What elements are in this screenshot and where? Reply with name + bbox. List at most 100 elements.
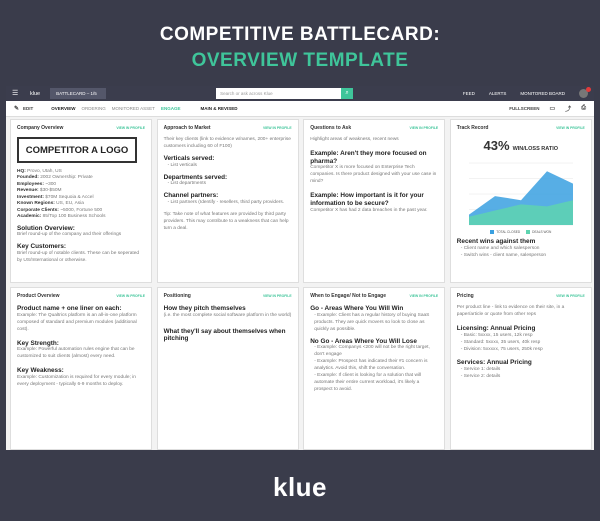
bullet-item: - Service 2: details — [460, 374, 501, 380]
section-text: Brief round-up of notable clients. These… — [17, 251, 140, 264]
brand-name[interactable]: klue — [30, 91, 40, 97]
nav-monitored-board[interactable]: MONITORED BOARD — [520, 91, 565, 96]
section-heading: Product name + one liner on each: — [17, 305, 122, 312]
section-heading: Key Weakness: — [17, 367, 64, 375]
chart-legend: TOTAL CLOSED DEALS WON — [457, 230, 585, 235]
section-text: Example: The Qualtrics platform is an al… — [17, 312, 137, 332]
main-revised-label[interactable]: MAIN & REVISED — [200, 106, 237, 111]
card-positioning: Positioning VIEW IN PROFILE How they pit… — [156, 287, 299, 450]
print-icon[interactable]: ⎙ — [581, 105, 586, 112]
tip-text: Tip: Take note of what features are prov… — [163, 211, 289, 231]
menu-icon[interactable]: ☰ — [12, 90, 20, 97]
bullet-item: - Example: Prospect has indicated their … — [314, 359, 428, 372]
card-track-record: Track Record VIEW IN PROFILE 43% WIN/LOSS… — [449, 119, 592, 283]
breadcrumb: OVERVIEW ORDERING MONITORED ASSET ENGAGE — [51, 106, 180, 111]
bullet-item: - Switch wins - client name, salesperson — [460, 252, 547, 258]
intro-text: Per product line - link to evidence on t… — [456, 305, 565, 317]
section-heading: What they'll say about themselves when p… — [163, 327, 286, 343]
pencil-icon: ✎ — [14, 106, 20, 112]
top-bar: ☰ klue BATTLECARD – 1/5 ▾ Search or ask … — [6, 86, 594, 107]
fullscreen-button[interactable]: FULLSCREEN — [509, 106, 539, 111]
search-button[interactable]: ⌕ — [341, 88, 354, 99]
bullet-item: - List partners (Identify - resellers, t… — [167, 199, 285, 205]
card-approach-to-market: Approach to Market VIEW IN PROFILE Their… — [156, 119, 299, 283]
card-company-overview: Company Overview VIEW IN PROFILE COMPETI… — [10, 119, 152, 283]
intro-text: Highlight areas of weakness, recent news — [310, 137, 399, 142]
win-loss-label: WIN/LOSS RATIO — [512, 146, 559, 152]
app-screenshot: ☰ klue BATTLECARD – 1/5 ▾ Search or ask … — [6, 86, 594, 450]
headline: COMPETITIVE BATTLECARD: OVERVIEW TEMPLAT… — [0, 24, 600, 72]
view-in-profile-link[interactable]: VIEW IN PROFILE — [410, 294, 439, 298]
search-icon: ⌕ — [345, 90, 349, 96]
headline-line2: OVERVIEW TEMPLATE — [191, 50, 409, 71]
view-in-profile-link[interactable]: VIEW IN PROFILE — [556, 126, 585, 130]
nav-feed[interactable]: FEED — [463, 91, 475, 96]
edit-label: EDIT — [23, 106, 34, 111]
card-title: Questions to Ask — [310, 125, 352, 131]
answer-text: Competitor X is more focused on Enterpri… — [310, 165, 437, 185]
section-heading: Channel partners: — [163, 192, 219, 200]
edit-button[interactable]: ✎ EDIT — [14, 105, 33, 112]
search-input[interactable]: Search or ask across Klue — [216, 88, 342, 99]
view-in-profile-link[interactable]: VIEW IN PROFILE — [116, 294, 145, 298]
section-heading: How they pitch themselves — [163, 305, 246, 312]
view-in-profile-link[interactable]: VIEW IN PROFILE — [410, 126, 439, 130]
crumb-engage[interactable]: ENGAGE — [161, 106, 181, 111]
card-title: Pricing — [456, 293, 474, 299]
avatar[interactable] — [579, 87, 591, 98]
view-in-profile-link[interactable]: VIEW IN PROFILE — [263, 126, 292, 130]
crumb-monitored[interactable]: MONITORED ASSET — [112, 106, 155, 111]
card-title: Approach to Market — [163, 125, 211, 131]
legend-item-won: DEALS WON — [526, 230, 551, 235]
bullet-item: - Example: If client is looking for a so… — [314, 373, 422, 392]
crumb-overview[interactable]: OVERVIEW — [51, 106, 75, 111]
bullet-item: - Example: Companys <200 will not be the… — [314, 345, 430, 358]
card-title: When to Engage/ Not to Engage — [310, 293, 387, 299]
section-text: Brief round-up of the company and their … — [17, 232, 122, 238]
crumb-ordering[interactable]: ORDERING — [81, 106, 105, 111]
bullet-item: - List verticals — [167, 162, 197, 168]
win-loss-percent: 43% — [483, 138, 510, 153]
section-text: Example: Customization is required for e… — [17, 374, 136, 387]
bullet-item: - Client name and which salesperson — [460, 245, 540, 251]
section-text: Example: Powerful automation rules engin… — [17, 347, 135, 360]
section-heading: Go - Areas Where You Will Win — [310, 305, 404, 312]
view-in-profile-link[interactable]: VIEW IN PROFILE — [116, 126, 145, 130]
bullet-item: - Example: Client has a regular history … — [314, 312, 430, 332]
section-heading: Licensing: Annual Pricing — [456, 324, 536, 332]
bullet-item: - Basic: 5xxxx, 15 users, 12k resp — [460, 332, 533, 338]
battlecard-tab[interactable]: BATTLECARD – 1/5 ▾ — [50, 88, 107, 107]
bullet-item: - Division: 5xxxxx, 75 users, 250k resp — [460, 346, 543, 352]
section-heading: Recent wins against them — [456, 238, 536, 246]
company-facts: HQ: Provo, Utah, US Founded: 2002 Owners… — [17, 169, 145, 221]
card-product-overview: Product Overview VIEW IN PROFILE Product… — [10, 287, 152, 450]
card-title: Positioning — [163, 293, 191, 299]
section-text: (i.e. the most complete social software … — [163, 312, 292, 318]
section-heading: Verticals served: — [163, 154, 215, 162]
share-icon[interactable]: ⤴ — [565, 104, 571, 113]
section-heading: Key Customers: — [17, 243, 67, 251]
card-grid: Company Overview VIEW IN PROFILE COMPETI… — [10, 119, 592, 450]
bullet-item: - List departments — [167, 181, 206, 187]
view-in-profile-link[interactable]: VIEW IN PROFILE — [263, 294, 292, 298]
answer-text: Competitor X has had 2 data breaches in … — [310, 207, 428, 213]
view-in-profile-link[interactable]: VIEW IN PROFILE — [556, 294, 585, 298]
toolbar: ✎ EDIT OVERVIEW ORDERING MONITORED ASSET… — [6, 101, 594, 117]
card-pricing: Pricing VIEW IN PROFILE Per product line… — [449, 287, 592, 450]
question-heading: Example: How important is it for your in… — [310, 192, 424, 207]
win-loss-chart — [465, 159, 577, 229]
card-questions-to-ask: Questions to Ask VIEW IN PROFILE Highlig… — [303, 119, 446, 283]
question-heading: Example: Aren't they more focused on pha… — [310, 149, 427, 165]
comment-icon[interactable]: ▭ — [550, 105, 556, 112]
chart-svg — [468, 162, 573, 226]
card-when-to-engage: When to Engage/ Not to Engage VIEW IN PR… — [303, 287, 446, 450]
notification-badge — [586, 87, 591, 92]
section-heading: Services: Annual Pricing — [456, 359, 532, 367]
legend-item-total: TOTAL CLOSED — [490, 230, 520, 235]
nav-alerts[interactable]: ALERTS — [489, 91, 506, 96]
fact-academic: Academic: 85/Top 100 Business Schools — [17, 214, 106, 220]
win-loss-ratio: 43% WIN/LOSS RATIO — [457, 137, 585, 155]
klue-logo: klue — [0, 472, 600, 503]
bullet-item: - Standard: 5xxxx, 35 users, 40k resp — [460, 339, 541, 345]
headline-line1: COMPETITIVE BATTLECARD: — [159, 24, 441, 45]
